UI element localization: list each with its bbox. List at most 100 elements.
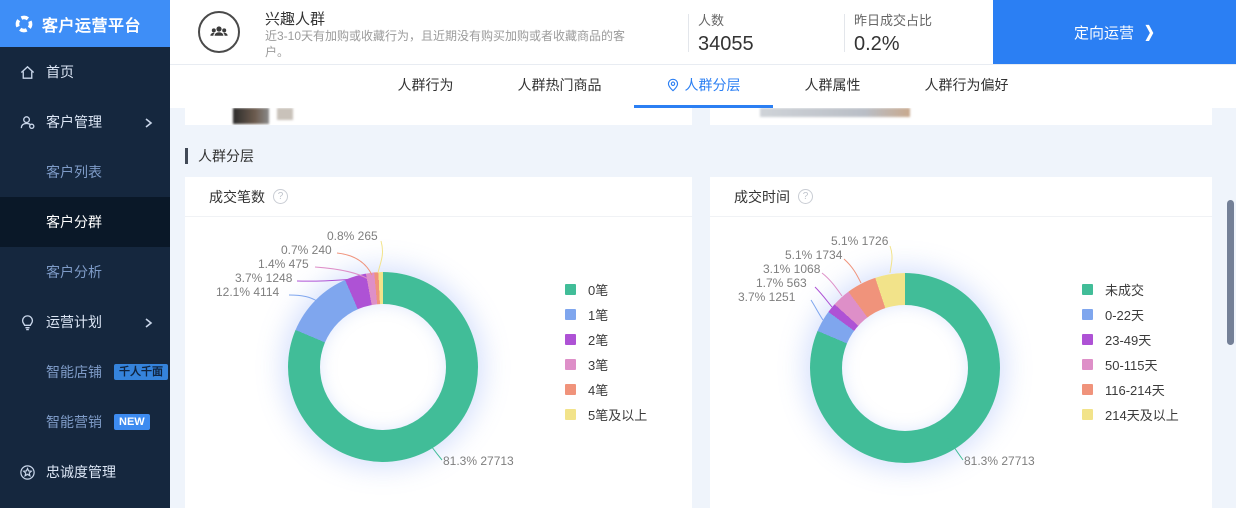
legend-item[interactable]: 23-49天	[1082, 332, 1179, 346]
tab-label: 人群行为偏好	[925, 75, 1009, 95]
tab-label: 人群热门商品	[518, 75, 602, 95]
divider	[688, 14, 689, 52]
sidebar-item-label: 运营计划	[46, 312, 102, 332]
tab-crowd-behavior-preference[interactable]: 人群行为偏好	[893, 65, 1041, 108]
tab-label: 人群属性	[805, 75, 861, 95]
sidebar-item-operation-plan[interactable]: 运营计划	[0, 297, 170, 347]
legend-swatch	[1082, 384, 1093, 395]
legend-item[interactable]: 4笔	[565, 382, 647, 396]
chart-title: 成交时间	[734, 187, 790, 207]
chevron-right-icon	[142, 116, 154, 128]
user-icon	[18, 113, 36, 131]
stat-value: 34055	[698, 33, 754, 56]
legend-item[interactable]: 0-22天	[1082, 307, 1179, 321]
new-badge: NEW	[114, 414, 150, 430]
sidebar-item-customer-analysis[interactable]: 客户分析	[0, 247, 170, 297]
deal-count-chart-card: 成交笔数 ? 0.8% 265 0.7% 240 1.4% 475 3.7% 1…	[185, 177, 692, 508]
tab-crowd-hot-products[interactable]: 人群热门商品	[486, 65, 634, 108]
legend-item[interactable]: 1笔	[565, 307, 647, 321]
donut-hole	[842, 305, 968, 431]
legend-swatch	[1082, 309, 1093, 320]
legend-item[interactable]: 214天及以上	[1082, 407, 1179, 421]
sidebar-item-label: 客户列表	[46, 162, 102, 182]
vertical-scrollbar-thumb[interactable]	[1227, 200, 1234, 345]
sidebar: 客户运营平台 首页 客户管理 客户列表 客户分群 客户分析 运营计划 智能店	[0, 0, 170, 508]
help-icon[interactable]: ?	[798, 189, 813, 204]
legend-swatch	[565, 409, 576, 420]
group-header: 兴趣人群 近3-10天有加购或收藏行为，且近期没有购买加购或者收藏商品的客户。 …	[170, 0, 1236, 65]
chevron-right-icon	[142, 316, 154, 328]
tab-crowd-attributes[interactable]: 人群属性	[773, 65, 893, 108]
legend-item[interactable]: 0笔	[565, 282, 647, 296]
stat-deal-ratio: 昨日成交占比 0.2%	[854, 10, 932, 56]
card-header: 成交笔数 ?	[185, 177, 692, 217]
legend-swatch	[565, 334, 576, 345]
legend-item[interactable]: 116-214天	[1082, 382, 1179, 396]
deal-time-chart-card: 成交时间 ? 5.1% 1726 5.1% 1734 3.1% 1068 1.7…	[710, 177, 1212, 508]
legend-label: 0笔	[588, 280, 608, 299]
divider	[844, 14, 845, 52]
sidebar-item-smart-marketing[interactable]: 智能营销 NEW	[0, 397, 170, 447]
legend-label: 0-22天	[1105, 305, 1144, 324]
legend-label: 23-49天	[1105, 330, 1151, 349]
previous-section-card-remnant	[710, 108, 1212, 125]
legend-swatch	[565, 309, 576, 320]
stat-people-count: 人数 34055	[698, 10, 754, 56]
legend-label: 2笔	[588, 330, 608, 349]
legend-swatch	[1082, 334, 1093, 345]
stat-label: 昨日成交占比	[854, 10, 932, 29]
legend-swatch	[1082, 359, 1093, 370]
legend-item[interactable]: 3笔	[565, 357, 647, 371]
chart-title: 成交笔数	[209, 187, 265, 207]
callout-label: 3.1% 1068	[763, 262, 820, 276]
legend-item[interactable]: 5笔及以上	[565, 407, 647, 421]
callout-label: 3.7% 1248	[235, 271, 292, 285]
legend-label: 3笔	[588, 355, 608, 374]
smart-store-badge: 千人千面	[114, 364, 168, 380]
main-content: 人群分层 成交笔数 ? 0.8% 265 0.7% 240 1.4% 475 3…	[170, 108, 1236, 508]
legend-label: 1笔	[588, 305, 608, 324]
legend-item[interactable]: 2笔	[565, 332, 647, 346]
tab-crowd-layering[interactable]: 人群分层	[634, 65, 773, 108]
section-header: 人群分层	[185, 146, 254, 166]
sidebar-item-home[interactable]: 首页	[0, 47, 170, 97]
section-title: 人群分层	[198, 146, 254, 166]
arrow-right-icon: ❯	[1144, 22, 1155, 41]
stat-value: 0.2%	[854, 33, 932, 56]
callout-label: 1.7% 563	[756, 276, 807, 290]
targeted-operation-button[interactable]: 定向运营 ❯	[993, 0, 1236, 64]
sidebar-item-smart-store[interactable]: 智能店铺 千人千面	[0, 347, 170, 397]
legend-item[interactable]: 50-115天	[1082, 357, 1179, 371]
sidebar-item-customer-list[interactable]: 客户列表	[0, 147, 170, 197]
sidebar-item-customer-mgmt[interactable]: 客户管理	[0, 97, 170, 147]
sidebar-item-label: 客户分群	[46, 212, 102, 232]
legend-swatch	[1082, 284, 1093, 295]
sidebar-item-loyalty-mgmt[interactable]: 忠诚度管理	[0, 447, 170, 497]
legend-swatch	[565, 384, 576, 395]
sidebar-item-label: 忠诚度管理	[46, 462, 116, 482]
sidebar-item-customer-segment[interactable]: 客户分群	[0, 197, 170, 247]
home-icon	[18, 63, 36, 81]
callout-label: 5.1% 1734	[785, 248, 842, 262]
product-image-remnant	[760, 108, 910, 117]
star-circle-icon	[18, 463, 36, 481]
legend: 0笔 1笔 2笔 3笔 4笔 5笔及以上	[565, 282, 647, 421]
section-accent-bar	[185, 148, 188, 164]
product-image-remnant	[233, 108, 269, 124]
group-description: 近3-10天有加购或收藏行为，且近期没有购买加购或者收藏商品的客户。	[265, 28, 645, 60]
legend-label: 5笔及以上	[588, 405, 647, 424]
group-name: 兴趣人群	[265, 8, 325, 29]
legend-item[interactable]: 未成交	[1082, 282, 1179, 296]
sidebar-item-label: 智能店铺	[46, 362, 102, 382]
legend-label: 4笔	[588, 380, 608, 399]
tab-crowd-behavior[interactable]: 人群行为	[366, 65, 486, 108]
sidebar-item-label: 客户管理	[46, 112, 102, 132]
help-icon[interactable]: ?	[273, 189, 288, 204]
callout-label: 81.3% 27713	[443, 454, 514, 468]
legend-swatch	[565, 284, 576, 295]
callout-label: 5.1% 1726	[831, 234, 888, 248]
card-header: 成交时间 ?	[710, 177, 1212, 217]
lightbulb-icon	[18, 313, 36, 331]
sidebar-item-label: 首页	[46, 62, 74, 82]
legend-label: 未成交	[1105, 280, 1144, 299]
